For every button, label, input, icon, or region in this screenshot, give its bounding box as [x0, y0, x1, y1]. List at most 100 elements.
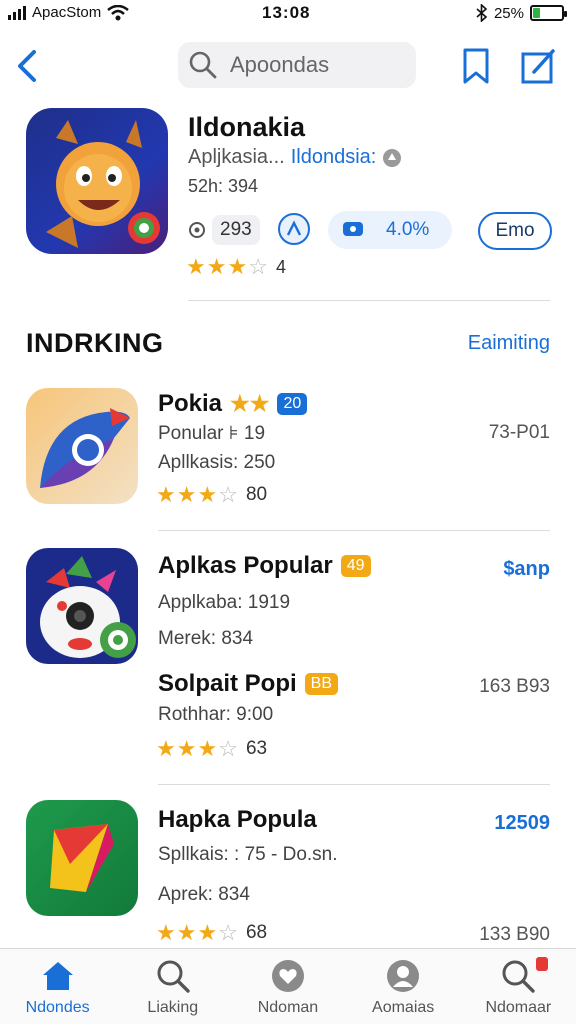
star-filled-icon: ★: [176, 920, 197, 945]
row-right-value: 73-P01: [488, 422, 550, 443]
battery-percent: 25%: [493, 4, 524, 22]
row-badge: BB: [304, 673, 339, 695]
star-empty-icon: ☆: [218, 736, 238, 761]
see-all-link[interactable]: Eaimiting: [468, 332, 550, 355]
count-pill: 293: [188, 213, 260, 247]
star-filled-icon: ★: [197, 920, 218, 945]
person-icon: [387, 960, 420, 992]
app-subtitle: Apljkasia... Ildondsia:: [188, 146, 402, 169]
star-empty-icon: ☆: [248, 254, 268, 279]
wifi-icon: [107, 4, 129, 20]
tab-label: Aomaias: [372, 999, 435, 1016]
app-title: Ildonakia: [188, 112, 306, 142]
get-button[interactable]: Emo: [478, 212, 552, 250]
star-filled-icon: ★: [186, 254, 206, 279]
divider: [158, 784, 550, 785]
divider: [188, 300, 550, 301]
row-line: Applkaba: 1919: [158, 592, 291, 613]
search-field[interactable]: Apoondas: [178, 42, 416, 88]
tab-ndondes[interactable]: Ndondes: [0, 949, 115, 1024]
share-circle-button[interactable]: [278, 213, 310, 245]
mascot-icon: [46, 120, 160, 248]
row-name-text: Pokia: [158, 390, 223, 417]
row-badge: 49: [340, 555, 371, 577]
info-icon[interactable]: [382, 148, 402, 168]
row-rating: ★ ★ ★ ☆ 63: [156, 738, 267, 760]
app-meta: 52h: 394: [188, 176, 259, 196]
app-icon[interactable]: [26, 548, 138, 664]
star-filled-icon: ★: [156, 736, 176, 761]
heart-icon: [271, 960, 304, 992]
percent-pill[interactable]: 4.0%: [328, 211, 452, 249]
star-filled-icon: ★: [197, 736, 218, 761]
compose-icon[interactable]: [520, 46, 556, 86]
row-name-text: Solpait Popi: [158, 670, 297, 697]
clown-icon: [40, 556, 136, 658]
star-filled-icon: ★: [206, 254, 227, 279]
row-price[interactable]: 12509: [494, 812, 550, 835]
divider: [158, 530, 550, 531]
bookmark-icon[interactable]: [458, 46, 494, 86]
app-rating: ★ ★ ★ ☆ 4: [186, 256, 286, 278]
row-name[interactable]: Hapka Popula: [158, 806, 317, 834]
rating-count: 4: [275, 256, 286, 277]
star-filled-icon: ★: [156, 920, 176, 945]
back-chevron-icon[interactable]: [12, 46, 46, 86]
search-icon: [157, 960, 190, 993]
tab-liaking[interactable]: Liaking: [115, 949, 230, 1024]
row-line: Rothhar: 9:00: [158, 704, 274, 725]
tab-label: Liaking: [147, 999, 199, 1016]
row-badge: 20: [277, 393, 308, 415]
status-left: ApacStom: [8, 4, 129, 21]
section-title: INDRKING: [26, 328, 164, 358]
rating-count: 80: [245, 484, 268, 505]
row-name[interactable]: Solpait Popi BB: [158, 670, 339, 698]
tab-label: Ndoman: [257, 999, 319, 1016]
percent-value: 4.0%: [386, 219, 430, 240]
tab-ndoman[interactable]: Ndoman: [230, 949, 345, 1024]
battery-level: [533, 8, 540, 18]
search-icon: [502, 960, 536, 993]
developer-link[interactable]: Ildondsia:: [291, 146, 377, 169]
row-rating: ★ ★ ★ ☆ 68: [156, 922, 267, 944]
rating-stars: ★ ★ ★ ☆: [156, 738, 238, 760]
row-right-value: 133 B90: [479, 924, 550, 945]
rating-stars: ★ ★ ★ ☆: [186, 256, 268, 278]
rating-count: 63: [245, 738, 268, 759]
tab-bar: Ndondes Liaking Ndoman Aomaias Ndomaar: [0, 948, 576, 1024]
app-header: Ildonakia Apljkasia... Ildondsia: 52h: 3…: [0, 104, 576, 304]
row-name[interactable]: Pokia ★★ 20: [158, 390, 308, 418]
battery-icon: [530, 5, 567, 21]
app-icon[interactable]: [26, 800, 138, 916]
tab-ndomaar[interactable]: Ndomaar: [461, 949, 576, 1024]
bluetooth-icon: [476, 4, 488, 22]
rating-count: 68: [245, 922, 268, 943]
row-line: Spllkais: : 75 - Do.sn.: [158, 844, 338, 865]
star-empty-icon: ☆: [218, 920, 238, 945]
app-icon[interactable]: [26, 388, 138, 504]
share-icon: [286, 220, 302, 236]
tab-label: Ndomaar: [485, 999, 552, 1016]
row-line: Ponular ⊧ 19: [158, 423, 266, 444]
star-filled-icon: ★: [176, 736, 197, 761]
star-filled-icon: ★: [176, 482, 197, 507]
search-text: Apoondas: [230, 52, 330, 77]
rating-stars: ★ ★ ★ ☆: [156, 484, 238, 506]
star-filled-icon: ★: [197, 482, 218, 507]
home-icon: [42, 962, 73, 990]
app-subtitle-prefix: Apljkasia...: [188, 146, 285, 168]
status-right: 25%: [476, 4, 567, 22]
row-name[interactable]: Aplkas Popular 49: [158, 552, 371, 580]
app-icon[interactable]: [26, 108, 168, 254]
app-actions: 293 4.0% Emo: [188, 210, 558, 250]
tab-aomaias[interactable]: Aomaias: [346, 949, 461, 1024]
search-icon: [189, 51, 217, 79]
status-time: 13:08: [262, 3, 311, 22]
tab-label: Ndondes: [25, 999, 90, 1016]
row-price[interactable]: $anp: [503, 558, 550, 581]
star-filled-icon: ★: [156, 482, 176, 507]
signal-icon: [8, 5, 26, 20]
row-line: Apllkasis: 250: [158, 452, 276, 473]
row-right-value: 163 B93: [479, 676, 550, 697]
fold-icon: [50, 824, 114, 892]
